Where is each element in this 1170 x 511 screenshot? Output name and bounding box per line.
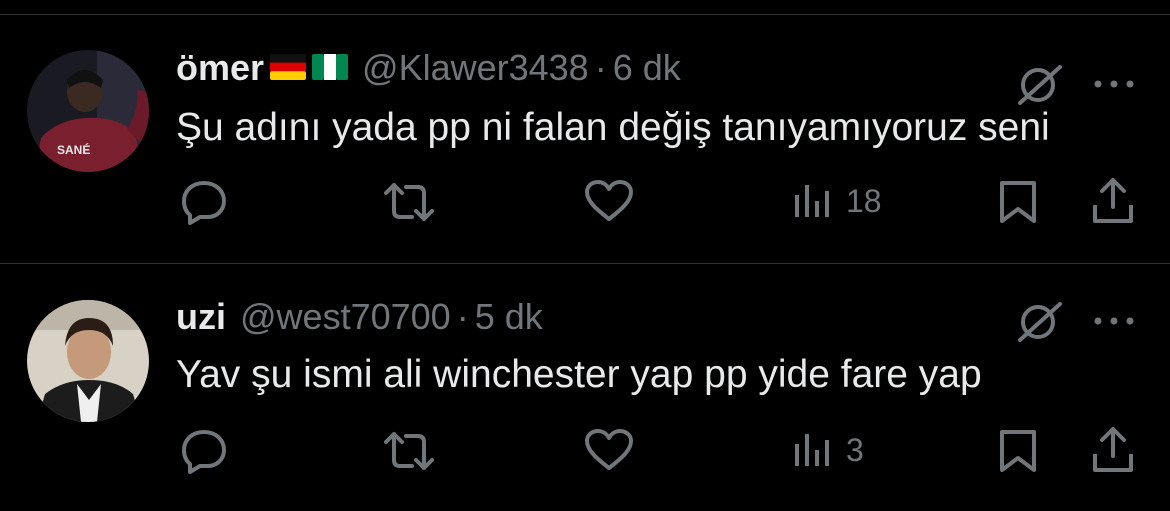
share-button[interactable] [1092,426,1134,474]
separator-dot: · [456,296,469,337]
more-icon[interactable] [1092,314,1136,332]
views-icon [795,434,829,466]
avatar-jersey-text: SANÉ [57,142,90,157]
bookmark-button[interactable] [998,428,1038,474]
timestamp[interactable]: 6 dk [613,48,681,88]
like-button[interactable] [584,179,634,223]
views-button[interactable]: 3 [794,430,864,470]
separator-dot: · [594,47,607,88]
retweet-button[interactable] [384,179,434,225]
tweet-actions: 3 [0,424,1170,474]
views-icon [795,185,829,217]
share-icon [1093,427,1133,472]
share-button[interactable] [1092,177,1134,225]
reply-icon [182,181,226,225]
display-name[interactable]: uzi [176,297,226,337]
like-button[interactable] [584,428,634,472]
display-name[interactable]: ömer [176,48,264,88]
tweet-text: Şu adını yada pp ni falan değiş tanıyamı… [176,106,1050,149]
avatar[interactable]: SANÉ [27,50,149,172]
bookmark-icon [1000,430,1036,472]
share-icon [1093,178,1133,223]
views-button[interactable]: 18 [794,181,882,221]
heart-icon [585,429,633,470]
tweet[interactable]: SANÉ ömer @Klawer3438 · 6 dk Şu adını ya… [0,15,1170,263]
views-count: 3 [846,432,864,468]
reply-button[interactable] [180,179,228,225]
grok-icon[interactable] [1016,300,1064,349]
tweet-header: uzi @west70700 · 5 dk [176,297,543,337]
tweet-actions: 18 [0,175,1170,225]
tweet[interactable]: uzi @west70700 · 5 dk Yav şu ismi ali wi… [0,264,1170,511]
user-handle[interactable]: @Klawer3438 [362,48,589,88]
bookmark-button[interactable] [998,179,1038,225]
reply-icon [182,430,226,474]
views-count: 18 [846,183,882,219]
reply-button[interactable] [180,428,228,474]
timestamp[interactable]: 5 dk [475,297,543,337]
retweet-button[interactable] [384,428,434,474]
tweet-text: Yav şu ismi ali winchester yap pp yide f… [176,353,982,396]
user-handle[interactable]: @west70700 [240,297,451,337]
germany-flag-icon [270,48,307,88]
retweet-icon [384,432,434,470]
bookmark-icon [1000,181,1036,223]
retweet-icon [384,183,434,221]
tweet-header: ömer @Klawer3438 · 6 dk [176,48,681,88]
heart-icon [585,180,633,221]
reply-feed: SANÉ ömer @Klawer3438 · 6 dk Şu adını ya… [0,0,1170,511]
avatar[interactable] [27,300,149,422]
nigeria-flag-icon [312,48,349,88]
more-icon[interactable] [1092,77,1136,95]
